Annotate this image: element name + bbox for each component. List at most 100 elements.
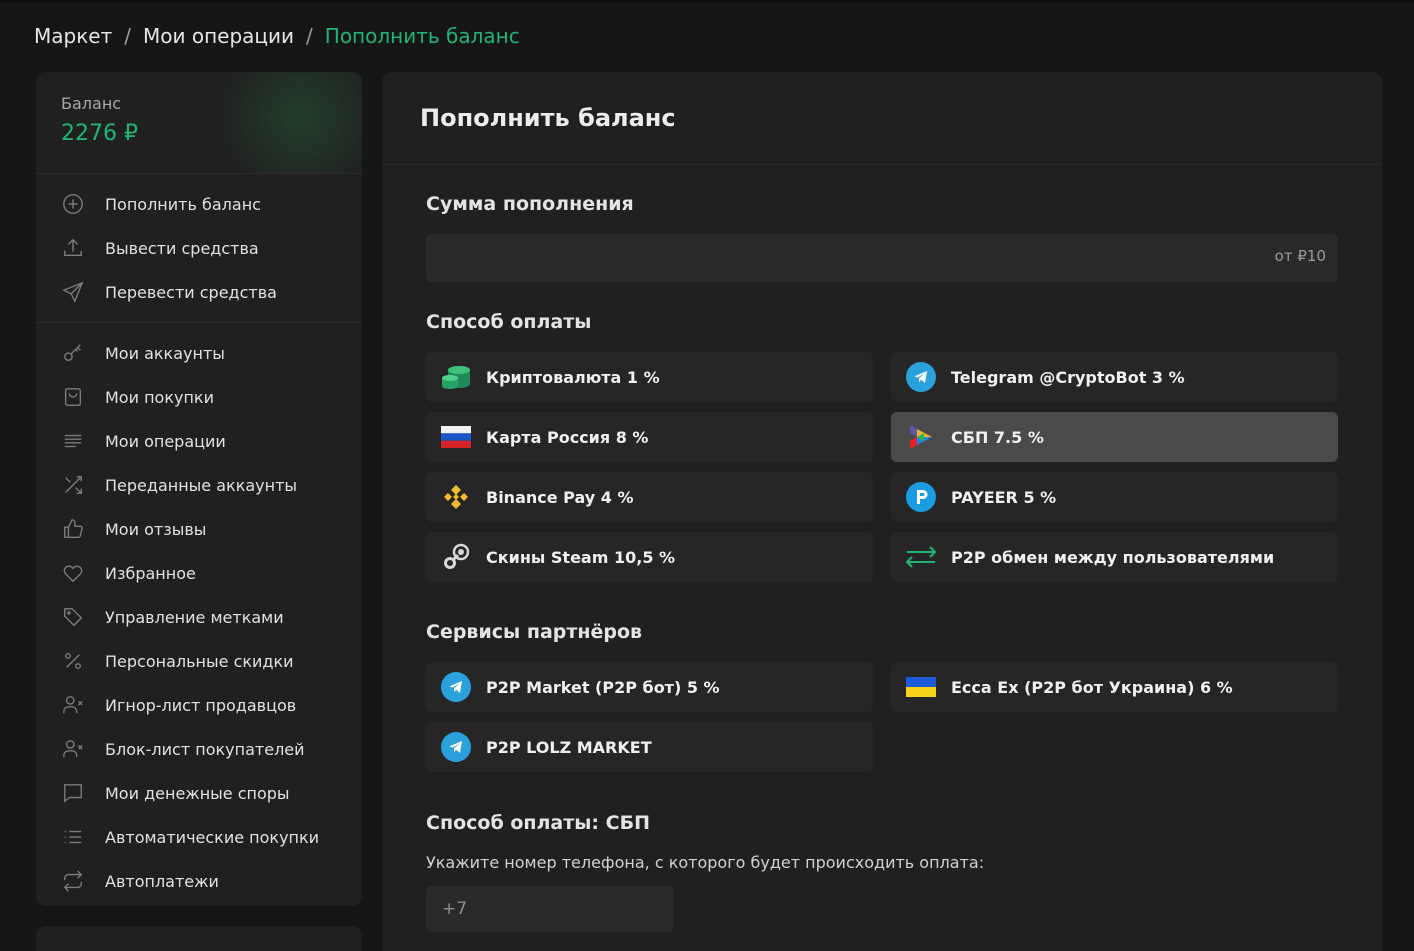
payment-method-title: Способ оплаты bbox=[426, 311, 592, 333]
method-binance-button[interactable]: Binance Pay 4 % bbox=[426, 472, 873, 522]
sidebar-item-favorites[interactable]: Избранное bbox=[36, 551, 362, 595]
sidebar-item-label: Мои покупки bbox=[105, 387, 214, 407]
method-label: P2P обмен между пользователями bbox=[951, 547, 1275, 567]
main-panel: Пополнить баланс Сумма пополнения от ₽10… bbox=[382, 72, 1382, 951]
method-steam-skins-button[interactable]: Скины Steam 10,5 % bbox=[426, 532, 873, 582]
balance-value: 2276 ₽ bbox=[61, 121, 138, 146]
method-sbp-button[interactable]: СБП 7.5 % bbox=[891, 412, 1338, 462]
sidebar-item-transferred[interactable]: Переданные аккаунты bbox=[36, 463, 362, 507]
phone-value: +7 bbox=[442, 899, 468, 919]
plus-circle-icon bbox=[61, 192, 85, 216]
message-square-icon bbox=[61, 781, 85, 805]
method-p2p-exchange-button[interactable]: P2P обмен между пользователями bbox=[891, 532, 1338, 582]
sidebar-item-label: Перевести средства bbox=[105, 282, 277, 302]
upload-icon bbox=[61, 236, 85, 260]
main-header: Пополнить баланс bbox=[382, 72, 1382, 165]
sidebar-item-label: Мои денежные споры bbox=[105, 783, 290, 803]
tag-icon bbox=[61, 605, 85, 629]
sidebar-item-label: Вывести средства bbox=[105, 238, 259, 258]
partner-label: P2P LOLZ MARKET bbox=[486, 737, 652, 757]
phone-input[interactable]: +7 bbox=[426, 886, 674, 932]
amount-section-title: Сумма пополнения bbox=[426, 193, 634, 215]
sidebar-item-purchases[interactable]: Мои покупки bbox=[36, 375, 362, 419]
breadcrumb-separator: / bbox=[124, 24, 131, 48]
method-label: СБП 7.5 % bbox=[951, 427, 1044, 447]
telegram-icon bbox=[440, 731, 472, 763]
user-x-icon bbox=[61, 693, 85, 717]
sidebar-item-operations[interactable]: Мои операции bbox=[36, 419, 362, 463]
amount-input[interactable] bbox=[426, 234, 1338, 282]
sidebar-item-transfer[interactable]: Перевести средства bbox=[36, 270, 362, 314]
method-label: Telegram @CryptoBot 3 % bbox=[951, 367, 1185, 387]
amount-placeholder: от ₽10 bbox=[1274, 247, 1326, 265]
telegram-icon bbox=[905, 361, 937, 393]
user-x-icon bbox=[61, 737, 85, 761]
sidebar-item-disputes[interactable]: Мои денежные споры bbox=[36, 771, 362, 815]
steam-icon bbox=[440, 541, 472, 573]
sidebar-item-discounts[interactable]: Персональные скидки bbox=[36, 639, 362, 683]
sidebar-item-auto-purchases[interactable]: Автоматические покупки bbox=[36, 815, 362, 859]
send-icon bbox=[61, 280, 85, 304]
breadcrumb-operations[interactable]: Мои операции bbox=[143, 24, 294, 48]
sidebar-item-label: Мои операции bbox=[105, 431, 226, 451]
telegram-icon bbox=[440, 671, 472, 703]
russia-flag-icon bbox=[440, 421, 472, 453]
sbp-icon bbox=[905, 421, 937, 453]
thumbs-up-icon bbox=[61, 517, 85, 541]
method-label: Скины Steam 10,5 % bbox=[486, 547, 676, 567]
breadcrumb-separator: / bbox=[306, 24, 313, 48]
sidebar-item-label: Избранное bbox=[105, 563, 196, 583]
partner-label: P2P Market (P2P бот) 5 % bbox=[486, 677, 720, 697]
sidebar-item-block-list[interactable]: Блок-лист покупателей bbox=[36, 727, 362, 771]
menu-group-finance: Пополнить баланс Вывести средства Переве… bbox=[36, 174, 362, 323]
menu-group-account: Мои аккаунты Мои покупки Мои операции Пе… bbox=[36, 323, 362, 906]
sidebar-item-label: Переданные аккаунты bbox=[105, 475, 298, 495]
sidebar-item-label: Мои отзывы bbox=[105, 519, 207, 539]
coins-icon bbox=[440, 361, 472, 393]
sidebar-item-label: Пополнить баланс bbox=[105, 194, 261, 214]
sidebar-item-deposit[interactable]: Пополнить баланс bbox=[36, 182, 362, 226]
shuffle-icon bbox=[61, 473, 85, 497]
partner-ecca-ex-button[interactable]: Ecca Ex (P2P бот Украина) 6 % bbox=[891, 662, 1338, 712]
sidebar-item-withdraw[interactable]: Вывести средства bbox=[36, 226, 362, 270]
sidebar-menu: Пополнить баланс Вывести средства Переве… bbox=[36, 174, 362, 906]
breadcrumb-current: Пополнить баланс bbox=[324, 24, 520, 48]
ukraine-flag-icon bbox=[905, 671, 937, 703]
partner-lolz-market-button[interactable]: P2P LOLZ MARKET bbox=[426, 722, 873, 772]
sidebar-item-reviews[interactable]: Мои отзывы bbox=[36, 507, 362, 551]
payeer-icon bbox=[905, 481, 937, 513]
sidebar-item-label: Игнор-лист продавцов bbox=[105, 695, 297, 715]
method-card-russia-button[interactable]: Карта Россия 8 % bbox=[426, 412, 873, 462]
list-bullets-icon bbox=[61, 825, 85, 849]
sidebar-item-label: Автоплатежи bbox=[105, 871, 219, 891]
heart-icon bbox=[61, 561, 85, 585]
key-icon bbox=[61, 341, 85, 365]
repeat-icon bbox=[61, 869, 85, 893]
method-label: Карта Россия 8 % bbox=[486, 427, 649, 447]
breadcrumb: Маркет / Мои операции / Пополнить баланс bbox=[34, 24, 520, 48]
partner-p2p-market-button[interactable]: P2P Market (P2P бот) 5 % bbox=[426, 662, 873, 712]
sidebar-item-tags[interactable]: Управление метками bbox=[36, 595, 362, 639]
sidebar: Баланс 2276 ₽ Пополнить баланс Вывести с… bbox=[36, 72, 362, 906]
method-label: Криптовалюта 1 % bbox=[486, 367, 660, 387]
sidebar-item-ignore-list[interactable]: Игнор-лист продавцов bbox=[36, 683, 362, 727]
shopping-bag-icon bbox=[61, 385, 85, 409]
method-payeer-button[interactable]: PAYEER 5 % bbox=[891, 472, 1338, 522]
balance-label: Баланс bbox=[61, 94, 122, 113]
partner-label: Ecca Ex (P2P бот Украина) 6 % bbox=[951, 677, 1233, 697]
sidebar-item-label: Мои аккаунты bbox=[105, 343, 225, 363]
binance-icon bbox=[440, 481, 472, 513]
method-telegram-cryptobot-button[interactable]: Telegram @CryptoBot 3 % bbox=[891, 352, 1338, 402]
sidebar-item-accounts[interactable]: Мои аккаунты bbox=[36, 331, 362, 375]
sidebar-item-label: Персональные скидки bbox=[105, 651, 294, 671]
partners-section-title: Сервисы партнёров bbox=[426, 621, 643, 643]
balance-card: Баланс 2276 ₽ bbox=[36, 72, 362, 174]
sidebar-item-autopayments[interactable]: Автоплатежи bbox=[36, 859, 362, 903]
list-icon bbox=[61, 429, 85, 453]
sidebar-item-label: Автоматические покупки bbox=[105, 827, 320, 847]
phone-hint: Укажите номер телефона, с которого будет… bbox=[426, 853, 985, 872]
method-label: Binance Pay 4 % bbox=[486, 487, 634, 507]
method-crypto-button[interactable]: Криптовалюта 1 % bbox=[426, 352, 873, 402]
top-border bbox=[0, 0, 1414, 2]
breadcrumb-market[interactable]: Маркет bbox=[34, 24, 112, 48]
